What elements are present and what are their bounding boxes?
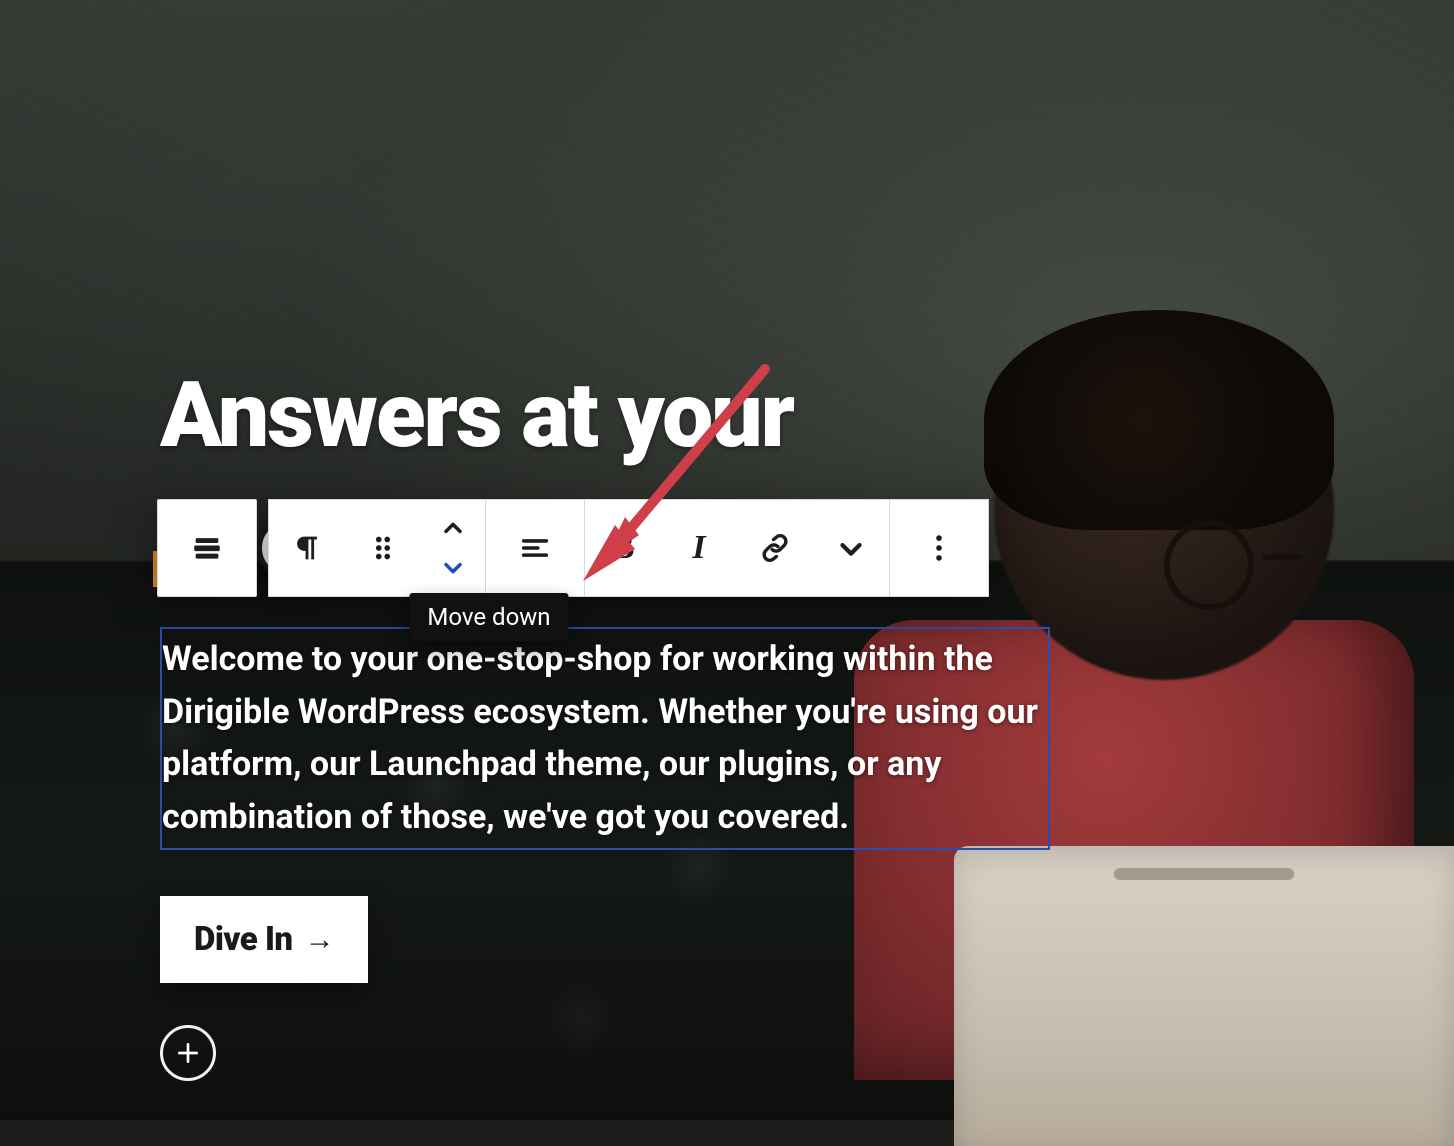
toolbar-group-parent xyxy=(157,499,257,597)
drag-handle-icon xyxy=(366,531,400,565)
arrow-right-icon: → xyxy=(305,922,335,957)
chevron-up-icon xyxy=(439,515,467,543)
toolbar-group-inline: B I xyxy=(584,499,890,597)
block-type-button[interactable] xyxy=(269,500,345,596)
drag-handle[interactable] xyxy=(345,500,421,596)
block-toolbar: B I xyxy=(157,499,1090,597)
cta-label: Dive In xyxy=(194,920,293,959)
align-button[interactable] xyxy=(486,500,584,596)
toolbar-group-align xyxy=(485,499,585,597)
move-down-tooltip: Move down xyxy=(409,593,568,641)
toolbar-group-overflow xyxy=(889,499,989,597)
person-glasses xyxy=(1164,520,1254,610)
link-button[interactable] xyxy=(737,500,813,596)
align-left-icon xyxy=(518,531,552,565)
hero-paragraph[interactable]: Welcome to your one-stop-shop for workin… xyxy=(160,627,1050,850)
more-inline-button[interactable] xyxy=(813,500,889,596)
chevron-down-icon xyxy=(834,531,868,565)
hero-content: Answers at your xyxy=(160,370,1090,1081)
add-block-button[interactable] xyxy=(160,1025,216,1081)
block-movers xyxy=(421,500,485,596)
paragraph-icon xyxy=(290,531,324,565)
plus-icon xyxy=(175,1040,201,1066)
more-options-button[interactable] xyxy=(890,500,988,596)
stack-icon xyxy=(190,531,224,565)
italic-button[interactable]: I xyxy=(661,500,737,596)
more-vertical-icon xyxy=(922,531,956,565)
chevron-down-icon xyxy=(439,553,467,581)
link-icon xyxy=(758,531,792,565)
parent-block-button[interactable] xyxy=(158,500,256,596)
move-up-button[interactable] xyxy=(439,515,467,543)
move-down-button[interactable] xyxy=(439,553,467,581)
dive-in-button[interactable]: Dive In → xyxy=(160,896,368,983)
bold-button[interactable]: B xyxy=(585,500,661,596)
toolbar-group-block xyxy=(268,499,486,597)
hero-heading[interactable]: Answers at your xyxy=(160,370,1090,463)
block-toolbar-wrap: B I xyxy=(157,499,1090,597)
